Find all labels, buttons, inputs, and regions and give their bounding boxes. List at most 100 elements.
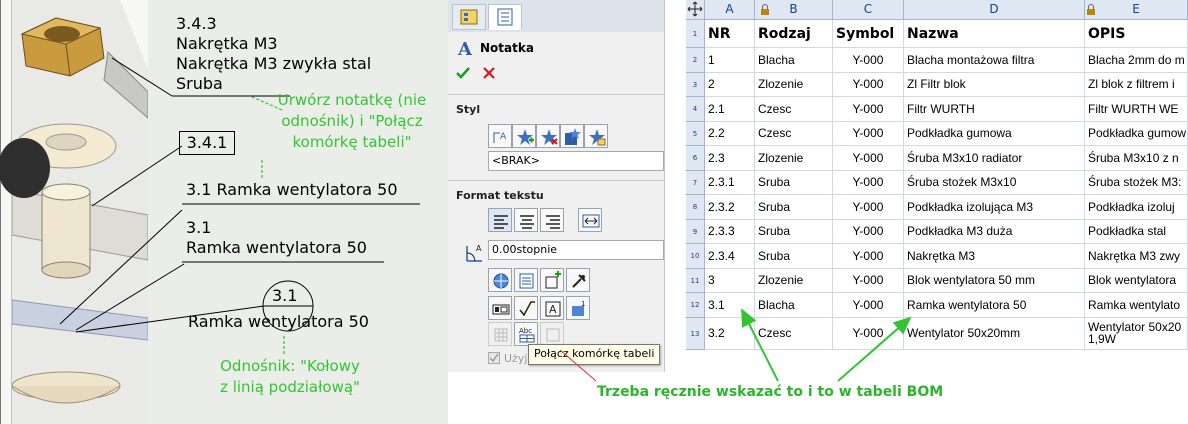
table-cell[interactable]: 2.3.2	[705, 195, 755, 220]
table-cell[interactable]: 2.3	[705, 146, 755, 171]
fit-text-button[interactable]	[578, 208, 602, 232]
table-cell[interactable]: Blacha montażowa filtra	[904, 48, 1085, 73]
table-cell[interactable]: Filtr WURTH WE	[1085, 97, 1188, 122]
note-ramka-two-lines[interactable]: 3.1 Ramka wentylatora 50	[186, 218, 367, 258]
table-cell[interactable]: 2.1	[705, 97, 755, 122]
table-cell[interactable]: Czesc	[755, 121, 833, 146]
table-cell[interactable]: Sruba	[755, 219, 833, 244]
add-style-button[interactable]	[512, 124, 536, 148]
table-cell[interactable]: Blacha	[755, 293, 833, 318]
table-cell[interactable]: Blok wentylatora	[1085, 268, 1188, 293]
table-cell[interactable]: Y-000	[833, 195, 904, 220]
table-cell[interactable]: Wentylator 50x20mm	[904, 317, 1085, 350]
column-header-a[interactable]: A	[705, 0, 755, 20]
geometric-tolerance-button[interactable]	[514, 296, 538, 320]
table-cell[interactable]: Zl blok z filtrem i	[1085, 72, 1188, 97]
table-cell[interactable]: Śruba stożek M3x10	[904, 170, 1085, 195]
insert-hole-callout-button[interactable]	[488, 296, 512, 320]
balloon-box-3-4-1[interactable]: 3.4.1	[179, 131, 235, 155]
table-cell[interactable]: 1	[705, 48, 755, 73]
column-header-d[interactable]: D	[904, 0, 1085, 20]
note-ramka-single-line[interactable]: 3.1 Ramka wentylatora 50	[186, 180, 398, 200]
row-header[interactable]: 9	[686, 219, 705, 244]
table-cell[interactable]: Zlozenie	[755, 72, 833, 97]
table-cell[interactable]: Nakrętka M3 zwy	[1085, 244, 1188, 269]
table-cell[interactable]: 2.3.4	[705, 244, 755, 269]
bom-spreadsheet[interactable]: A B C D E 1 NR Rodzaj Symbol Nazwa OPIS …	[686, 0, 1188, 350]
table-cell[interactable]: Podkładka izoluj	[1085, 195, 1188, 220]
lock-note-button[interactable]	[566, 268, 590, 292]
row-header[interactable]: 10	[686, 244, 705, 269]
column-header-e[interactable]: E	[1085, 0, 1188, 20]
row-header[interactable]: 4	[686, 97, 705, 122]
property-manager-tab[interactable]	[488, 4, 522, 30]
table-cell[interactable]: 3.2	[705, 317, 755, 350]
table-cell[interactable]: Y-000	[833, 146, 904, 171]
apply-default-style-button[interactable]: A	[488, 124, 512, 148]
table-header-cell[interactable]: NR	[705, 20, 755, 48]
table-cell[interactable]: Ramka wentylato	[1085, 293, 1188, 318]
table-cell[interactable]: Sruba	[755, 244, 833, 269]
table-cell[interactable]: Blok wentylatora 50 mm	[904, 268, 1085, 293]
add-symbol-button[interactable]	[540, 268, 564, 292]
row-header[interactable]: 2	[686, 48, 705, 73]
table-cell[interactable]: Podkładka M3 duża	[904, 219, 1085, 244]
table-cell[interactable]: Sruba	[755, 195, 833, 220]
table-cell[interactable]: Podkładka gumowa	[904, 121, 1085, 146]
table-cell[interactable]: Y-000	[833, 170, 904, 195]
table-cell[interactable]: Y-000	[833, 244, 904, 269]
align-left-button[interactable]	[488, 208, 512, 232]
table-cell[interactable]: Y-000	[833, 293, 904, 318]
cancel-x-button[interactable]	[482, 66, 496, 80]
row-header[interactable]: 1	[686, 20, 705, 48]
table-cell[interactable]: Śruba stożek M3:	[1085, 170, 1188, 195]
table-cell[interactable]: Wentylator 50x20 1,9W	[1085, 317, 1188, 350]
table-cell[interactable]: 2.3.3	[705, 219, 755, 244]
link-table-cell-button[interactable]: Abc	[514, 322, 538, 346]
table-cell[interactable]: Y-000	[833, 317, 904, 350]
table-cell[interactable]: Podkładka gumow	[1085, 121, 1188, 146]
table-header-cell[interactable]: Rodzaj	[755, 20, 833, 48]
table-cell[interactable]: Zl Filtr blok	[904, 72, 1085, 97]
table-cell[interactable]: 2.3.1	[705, 170, 755, 195]
balloon-circle-number[interactable]: 3.1	[272, 286, 297, 306]
property-manager-panel[interactable]: A Notatka Styl A <BRAK> Format tekstu A …	[448, 0, 665, 372]
table-cell[interactable]: Y-000	[833, 268, 904, 293]
align-center-button[interactable]	[514, 208, 538, 232]
balloon-circle-name[interactable]: Ramka wentylatora 50	[188, 312, 369, 332]
table-cell[interactable]: Nakrętka M3	[904, 244, 1085, 269]
table-cell[interactable]: Podkładka izolująca M3	[904, 195, 1085, 220]
row-header[interactable]: 7	[686, 170, 705, 195]
table-cell[interactable]: Śruba M3x10 z n	[1085, 146, 1188, 171]
table-cell[interactable]: Blacha	[755, 48, 833, 73]
table-cell[interactable]: Czesc	[755, 317, 833, 350]
table-cell[interactable]: Sruba	[755, 170, 833, 195]
save-style-button[interactable]	[560, 124, 584, 148]
row-header[interactable]: 11	[686, 268, 705, 293]
row-header[interactable]: 8	[686, 195, 705, 220]
angle-input[interactable]: 0.00stopnie	[488, 240, 664, 260]
drawing-sheet[interactable]: 3.4.3 Nakrętka M3 Nakrętka M3 zwykła sta…	[0, 0, 448, 424]
table-cell[interactable]: Filtr WURTH	[904, 97, 1085, 122]
insert-revision-button[interactable]	[540, 322, 564, 346]
table-header-cell[interactable]: OPIS	[1085, 20, 1188, 48]
note-nut[interactable]: 3.4.3 Nakrętka M3 Nakrętka M3 zwykła sta…	[176, 14, 371, 94]
table-cell[interactable]: Blacha 2mm do m	[1085, 48, 1188, 73]
table-cell[interactable]: Śruba M3x10 radiator	[904, 146, 1085, 171]
table-header-cell[interactable]: Nazwa	[904, 20, 1085, 48]
align-right-button[interactable]	[540, 208, 564, 232]
table-cell[interactable]: Y-000	[833, 219, 904, 244]
table-cell[interactable]: Y-000	[833, 121, 904, 146]
feature-manager-tab[interactable]	[452, 4, 486, 30]
table-cell[interactable]: Ramka wentylatora 50	[904, 293, 1085, 318]
delete-style-button[interactable]	[536, 124, 560, 148]
select-all-corner[interactable]	[686, 0, 705, 20]
table-header-cell[interactable]: Symbol	[833, 20, 904, 48]
use-doc-font-checkbox[interactable]	[488, 352, 500, 364]
table-cell[interactable]: 2	[705, 72, 755, 97]
table-cell[interactable]: Y-000	[833, 72, 904, 97]
column-header-b[interactable]: B	[755, 0, 833, 20]
table-cell[interactable]: Czesc	[755, 97, 833, 122]
table-cell[interactable]: 3	[705, 268, 755, 293]
datum-feature-button[interactable]: 1	[566, 296, 590, 320]
